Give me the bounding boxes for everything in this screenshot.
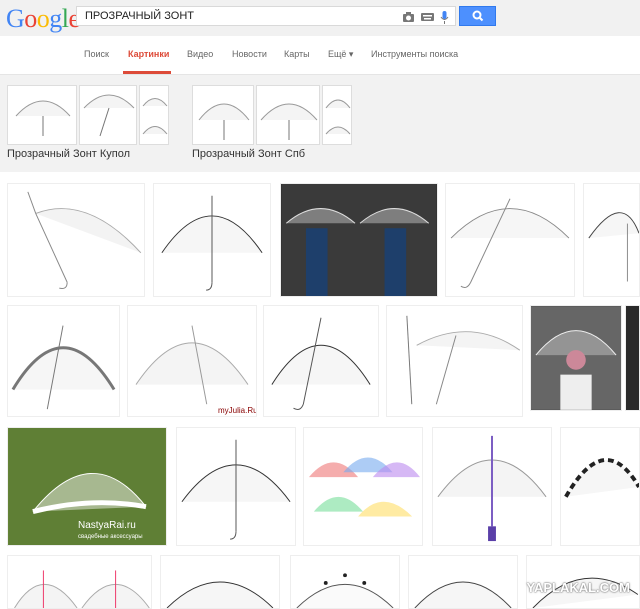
search-button[interactable] [459, 6, 496, 26]
related-search-label: Прозрачный Зонт Спб [192, 148, 306, 160]
tab-news[interactable]: Новости [232, 49, 267, 59]
image-result-photo[interactable]: NastyaRai.ru свадебные аксессуары [7, 427, 167, 546]
search-query: ПРОЗРАЧНЫЙ ЗОНТ [85, 10, 194, 22]
watermark: YAPLAKAL.COM [526, 580, 630, 595]
image-result[interactable] [7, 555, 152, 609]
image-result[interactable] [432, 427, 552, 546]
image-result[interactable] [263, 305, 379, 417]
image-result[interactable] [7, 305, 120, 417]
search-icon [472, 10, 484, 22]
mic-icon[interactable] [440, 10, 449, 24]
image-result[interactable] [303, 427, 423, 546]
image-result[interactable] [176, 427, 296, 546]
tab-maps[interactable]: Карты [284, 49, 310, 59]
tab-search[interactable]: Поиск [84, 49, 109, 59]
keyboard-icon[interactable] [421, 12, 434, 22]
related-search-label: Прозрачный Зонт Купол [7, 148, 131, 160]
search-tools-button[interactable]: Инструменты поиска [371, 49, 458, 59]
tab-video[interactable]: Видео [187, 49, 213, 59]
top-bar: Google ПРОЗРАЧНЫЙ ЗОНТ [0, 0, 640, 36]
image-result-photo[interactable] [530, 305, 622, 411]
image-result[interactable] [408, 555, 518, 609]
image-result[interactable] [7, 183, 145, 297]
image-result[interactable] [160, 555, 280, 609]
image-result[interactable] [153, 183, 271, 297]
image-result-photo[interactable] [280, 183, 438, 297]
image-result[interactable] [386, 305, 523, 417]
image-result[interactable] [583, 183, 640, 297]
image-caption: свадебные аксессуары [78, 534, 143, 540]
camera-icon[interactable] [402, 11, 415, 23]
active-tab-indicator [123, 71, 171, 74]
image-result[interactable] [445, 183, 575, 297]
tab-images[interactable]: Картинки [128, 49, 169, 59]
image-result[interactable] [290, 555, 400, 609]
related-search-card[interactable]: Прозрачный Зонт Купол [7, 85, 169, 160]
google-logo[interactable]: Google [6, 4, 80, 34]
search-nav: Поиск Картинки Видео Новости Карты Ещё ▾… [0, 36, 640, 75]
tab-more[interactable]: Ещё ▾ [328, 49, 353, 60]
image-result[interactable]: myJulia.Ru [127, 305, 257, 417]
image-result[interactable] [560, 427, 640, 546]
related-searches: Прозрачный Зонт Купол Прозрачный Зонт Сп… [0, 75, 640, 172]
image-caption: NastyaRai.ru [78, 520, 136, 531]
related-search-card[interactable]: Прозрачный Зонт Спб [192, 85, 352, 160]
image-result-photo[interactable] [625, 305, 640, 411]
image-caption: myJulia.Ru [218, 406, 257, 415]
search-input[interactable]: ПРОЗРАЧНЫЙ ЗОНТ [76, 6, 456, 26]
